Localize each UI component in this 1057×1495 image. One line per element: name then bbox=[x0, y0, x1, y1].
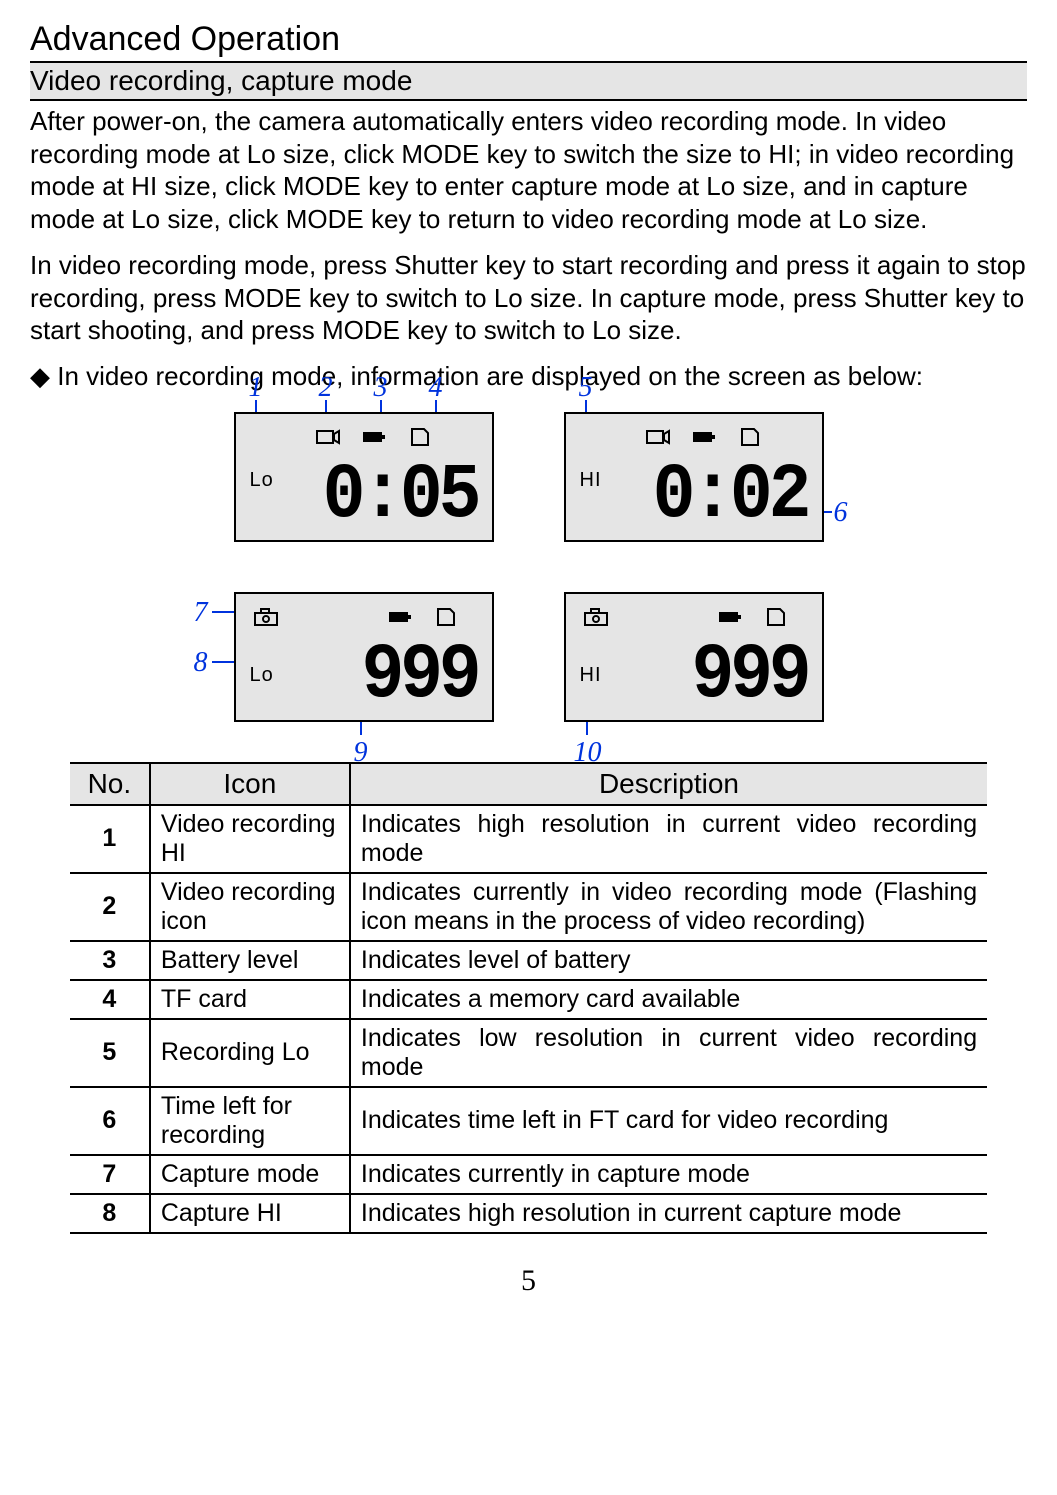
table-row: 7 Capture mode Indicates currently in ca… bbox=[70, 1155, 987, 1194]
table-row: 4 TF card Indicates a memory card availa… bbox=[70, 980, 987, 1019]
sd-card-icon bbox=[764, 602, 788, 633]
table-row: 6 Time left for recording Indicates time… bbox=[70, 1087, 987, 1155]
cell-icon: Video recording icon bbox=[150, 873, 350, 941]
cell-no: 2 bbox=[70, 873, 150, 941]
table-row: 8 Capture HI Indicates high resolution i… bbox=[70, 1194, 987, 1233]
lcd-video-lo: Lo 0:05 bbox=[234, 412, 494, 542]
table-row: 1 Video recording HI Indicates high reso… bbox=[70, 805, 987, 873]
callout-1: 1 bbox=[249, 372, 263, 404]
callout-8: 8 bbox=[194, 647, 208, 679]
cell-desc: Indicates currently in video recording m… bbox=[350, 873, 987, 941]
callout-6: 6 bbox=[834, 497, 848, 529]
size-label-lo: Lo bbox=[250, 664, 274, 687]
cell-icon: Capture mode bbox=[150, 1155, 350, 1194]
callout-2-label: 2 bbox=[319, 372, 333, 403]
cell-desc: Indicates high resolution in current cap… bbox=[350, 1194, 987, 1233]
cell-icon: TF card bbox=[150, 980, 350, 1019]
cell-no: 3 bbox=[70, 941, 150, 980]
col-no: No. bbox=[70, 763, 150, 805]
paragraph-1: After power-on, the camera automatically… bbox=[30, 105, 1027, 235]
paragraph-2: In video recording mode, press Shutter k… bbox=[30, 249, 1027, 347]
cell-desc: Indicates currently in capture mode bbox=[350, 1155, 987, 1194]
callout-10: 10 bbox=[574, 737, 602, 769]
callout-3: 3 bbox=[374, 372, 388, 404]
video-recording-icon bbox=[646, 422, 670, 453]
count-digits: 999 bbox=[692, 631, 808, 720]
page-number: 5 bbox=[30, 1264, 1027, 1298]
callout-10-label: 10 bbox=[574, 737, 602, 768]
cell-icon: Capture HI bbox=[150, 1194, 350, 1233]
video-recording-icon bbox=[316, 422, 340, 453]
cell-no: 6 bbox=[70, 1087, 150, 1155]
cell-no: 7 bbox=[70, 1155, 150, 1194]
cell-no: 8 bbox=[70, 1194, 150, 1233]
callout-7: 7 bbox=[194, 597, 208, 629]
battery-icon bbox=[692, 422, 716, 453]
callout-4: 4 bbox=[429, 372, 443, 404]
camera-icon bbox=[254, 602, 278, 633]
callout-4-label: 4 bbox=[429, 372, 443, 403]
lcd-video-hi: HI 0:02 bbox=[564, 412, 824, 542]
battery-icon bbox=[362, 422, 386, 453]
cell-desc: Indicates low resolution in current vide… bbox=[350, 1019, 987, 1087]
cell-desc: Indicates a memory card available bbox=[350, 980, 987, 1019]
size-label-hi: HI bbox=[580, 469, 602, 492]
callout-3-label: 3 bbox=[374, 372, 388, 403]
cell-icon: Time left for recording bbox=[150, 1087, 350, 1155]
diagram-row-video: 1 2 3 4 5 6 bbox=[234, 412, 824, 542]
cell-no: 4 bbox=[70, 980, 150, 1019]
bullet-line: ◆ In video recording mode, information a… bbox=[30, 361, 1027, 392]
size-label-lo: Lo bbox=[250, 469, 274, 492]
battery-icon bbox=[718, 602, 742, 633]
lcd-capture-hi: HI 999 bbox=[564, 592, 824, 722]
sd-card-icon bbox=[434, 602, 458, 633]
col-icon: Icon bbox=[150, 763, 350, 805]
cell-icon: Video recording HI bbox=[150, 805, 350, 873]
callout-8-label: 8 bbox=[194, 647, 208, 678]
sd-card-icon bbox=[408, 422, 432, 453]
cell-icon: Recording Lo bbox=[150, 1019, 350, 1087]
callout-9: 9 bbox=[354, 737, 368, 769]
callout-5: 5 bbox=[579, 372, 593, 404]
callout-5-label: 5 bbox=[579, 372, 593, 403]
cell-desc: Indicates time left in FT card for video… bbox=[350, 1087, 987, 1155]
sd-card-icon bbox=[738, 422, 762, 453]
cell-no: 5 bbox=[70, 1019, 150, 1087]
legend-table: No. Icon Description 1 Video recording H… bbox=[70, 762, 987, 1234]
callout-7-label: 7 bbox=[194, 597, 208, 628]
cell-desc: Indicates level of battery bbox=[350, 941, 987, 980]
col-desc: Description bbox=[350, 763, 987, 805]
count-digits: 999 bbox=[362, 631, 478, 720]
callout-2: 2 bbox=[319, 372, 333, 404]
lcd-capture-lo: Lo 999 bbox=[234, 592, 494, 722]
time-digits: 0:05 bbox=[323, 451, 478, 540]
size-label-hi: HI bbox=[580, 664, 602, 687]
cell-desc: Indicates high resolution in current vid… bbox=[350, 805, 987, 873]
time-digits: 0:02 bbox=[653, 451, 808, 540]
callout-9-label: 9 bbox=[354, 737, 368, 768]
cell-icon: Battery level bbox=[150, 941, 350, 980]
callout-1-label: 1 bbox=[249, 372, 263, 403]
table-row: 3 Battery level Indicates level of batte… bbox=[70, 941, 987, 980]
table-row: 5 Recording Lo Indicates low resolution … bbox=[70, 1019, 987, 1087]
table-header-row: No. Icon Description bbox=[70, 763, 987, 805]
battery-icon bbox=[388, 602, 412, 633]
table-row: 2 Video recording icon Indicates current… bbox=[70, 873, 987, 941]
callout-6-label: 6 bbox=[834, 497, 848, 528]
lcd-diagrams: 1 2 3 4 5 6 bbox=[30, 412, 1027, 722]
diagram-row-capture: 7 8 9 10 bbox=[234, 592, 824, 722]
cell-no: 1 bbox=[70, 805, 150, 873]
section-header: Video recording, capture mode bbox=[30, 63, 1027, 101]
camera-icon bbox=[584, 602, 608, 633]
page-title: Advanced Operation bbox=[30, 20, 1027, 63]
